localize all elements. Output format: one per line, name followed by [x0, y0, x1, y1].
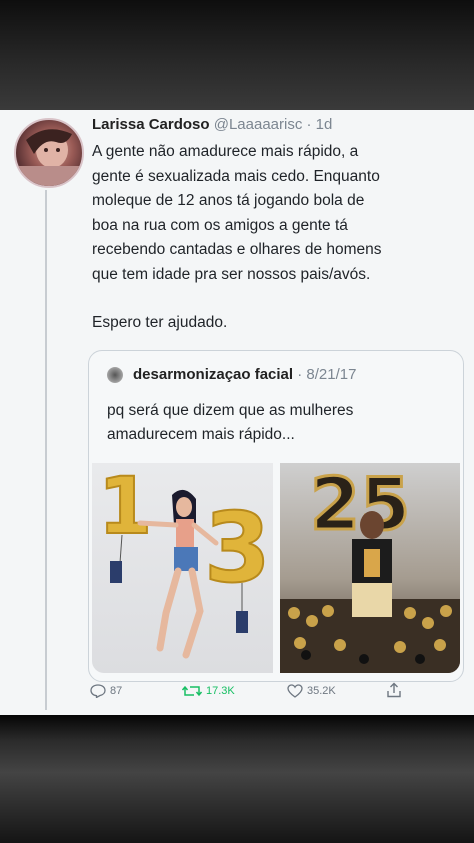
- quoted-author-avatar[interactable]: [107, 367, 123, 383]
- photo-girl-13-balloons[interactable]: 1 3: [92, 463, 273, 673]
- quoted-author-name[interactable]: desarmonizaçao facial: [133, 366, 293, 383]
- share-button[interactable]: [386, 682, 402, 698]
- reply-count: 87: [110, 685, 123, 697]
- tweet-header: Larissa Cardoso @Laaaaarisc · 1d: [92, 116, 332, 133]
- like-icon: [287, 684, 303, 698]
- balloon-number-25: 25: [310, 463, 410, 546]
- bottom-dark-background: [0, 715, 474, 843]
- tweet-time[interactable]: · 1d: [307, 116, 333, 133]
- like-button[interactable]: 35.2K: [287, 684, 336, 698]
- reply-button[interactable]: 87: [90, 684, 122, 698]
- author-name[interactable]: Larissa Cardoso: [92, 116, 210, 133]
- tweet-text: A gente não amadurece mais rápido, a gen…: [92, 143, 382, 283]
- photo-right-illustration: 25: [280, 463, 460, 673]
- quoted-tweet-header: desarmonizaçao facial · 8/21/17: [133, 366, 356, 383]
- avatar-photo: [16, 129, 82, 186]
- author-handle[interactable]: @Laaaaarisc: [214, 116, 303, 133]
- retweet-count: 17.3K: [206, 685, 235, 697]
- photo-left-illustration: 1 3: [97, 463, 272, 659]
- share-icon: [387, 682, 401, 698]
- retweet-button[interactable]: 17.3K: [182, 684, 235, 698]
- balloon-number-3: 3: [204, 492, 271, 604]
- author-avatar[interactable]: [14, 118, 84, 188]
- quoted-tweet-text: pq será que dizem que as mulheres amadur…: [107, 402, 354, 443]
- tweet-text-closing: Espero ter ajudado.: [92, 314, 228, 331]
- balloon-number-1: 1: [98, 463, 152, 552]
- like-count: 35.2K: [307, 685, 336, 697]
- reply-icon: [90, 684, 106, 698]
- top-dark-background: [0, 0, 474, 110]
- photo-man-25-balloons[interactable]: 25: [280, 463, 460, 673]
- quoted-tweet[interactable]: desarmonizaçao facial · 8/21/17 pq será …: [88, 350, 464, 682]
- tweet-card[interactable]: Larissa Cardoso @Laaaaarisc · 1d A gente…: [0, 110, 474, 715]
- quoted-tweet-date: · 8/21/17: [297, 366, 357, 383]
- thread-line: [45, 190, 47, 710]
- retweet-icon: [182, 685, 202, 697]
